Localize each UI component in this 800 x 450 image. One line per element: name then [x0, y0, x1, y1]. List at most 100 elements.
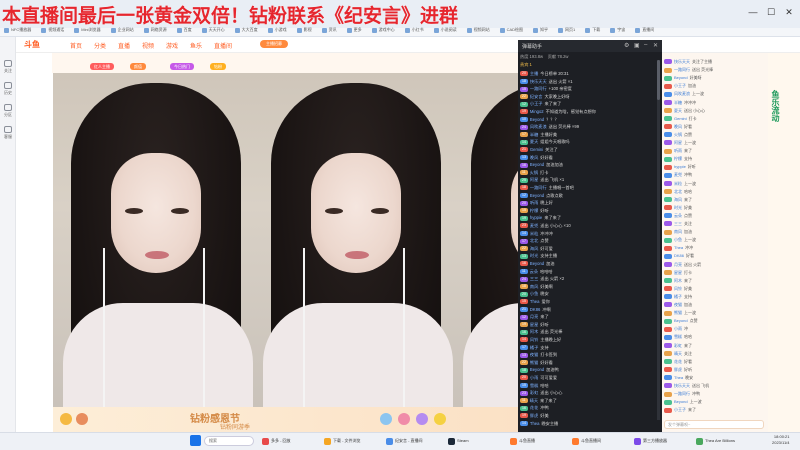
sidebar-item[interactable]: 关注	[0, 60, 16, 74]
room-chat-username[interactable]: 阿星	[674, 140, 682, 145]
chat-username[interactable]: 橘子	[530, 345, 538, 350]
minimize-icon[interactable]: –	[644, 42, 647, 48]
bookmark-item[interactable]: 网页1	[558, 27, 575, 33]
room-chat-username[interactable]: 小鱼	[674, 237, 682, 242]
chat-input[interactable]: 发个弹幕呗~	[664, 420, 764, 429]
promo-title[interactable]: 鱼乐流动	[770, 90, 781, 122]
room-chat-username[interactable]: Beyond	[674, 75, 688, 80]
sidebar-item[interactable]: 分区	[0, 104, 16, 118]
room-chat-username[interactable]: 一路同行	[674, 391, 690, 396]
room-chat-username[interactable]: 夏天	[674, 108, 682, 113]
bookmark-item[interactable]: 企业网站	[110, 27, 134, 33]
bookmark-item[interactable]: CAD绘图	[499, 27, 523, 33]
taskbar-app[interactable]: 纪安言 - 直播间	[386, 436, 423, 446]
gift-icon[interactable]	[76, 413, 88, 425]
room-chat-username[interactable]: Thea	[674, 375, 683, 380]
chat-username[interactable]: 夜猫	[530, 352, 538, 357]
chat-username[interactable]: DK86	[530, 307, 540, 312]
settings-icon[interactable]: ⚙	[624, 42, 629, 49]
chat-username[interactable]: 小雨	[530, 375, 538, 380]
taskbar-app[interactable]: 下载 - 文件浏览	[324, 436, 361, 446]
stream-tag[interactable]: 颜值	[130, 63, 146, 70]
chat-username[interactable]: Thea	[530, 299, 540, 304]
chat-username[interactable]: Beyond	[530, 367, 544, 372]
stream-tag[interactable]: 今日热门	[170, 63, 194, 70]
nav-recruit-button[interactable]: 主播招募	[260, 40, 288, 48]
chat-username[interactable]: 风吹麦浪	[530, 124, 547, 129]
chat-username[interactable]: 雪糕	[530, 383, 538, 388]
pin-icon[interactable]: ▣	[634, 42, 640, 49]
video-player[interactable]	[53, 73, 518, 407]
chat-username[interactable]: hyppie	[530, 215, 542, 220]
chat-username[interactable]: 阿星	[530, 177, 538, 182]
bookmark-item[interactable]: 天天开心	[201, 27, 225, 33]
chat-username[interactable]: 三三	[530, 276, 538, 281]
bookmark-item[interactable]: 视频通话	[41, 27, 64, 33]
chat-username[interactable]: 快乐天天	[530, 79, 547, 84]
maximize-button[interactable]: ☐	[764, 6, 778, 18]
nav-link[interactable]: 直播间	[214, 41, 232, 50]
room-chat-username[interactable]: 花花	[674, 359, 682, 364]
chat-username[interactable]: 时光	[530, 253, 538, 258]
chat-username[interactable]: Beyond	[530, 193, 544, 198]
bookmark-item[interactable]: 小说阅读	[433, 27, 457, 33]
stream-tag[interactable]: 红人主播	[90, 63, 114, 70]
system-clock[interactable]: 18:00:21 2023/11/4	[772, 434, 790, 446]
bookmark-item[interactable]: 大大百度	[234, 27, 258, 33]
bookmark-item[interactable]: NFC播放器	[4, 27, 31, 33]
stream-tag[interactable]: 钻粉	[210, 63, 226, 70]
room-chat-username[interactable]: 火锅	[674, 132, 682, 137]
bookmark-item[interactable]: 百度	[176, 27, 192, 33]
chat-username[interactable]: 火锅	[530, 170, 538, 175]
chat-username[interactable]: Beyond	[530, 117, 544, 122]
minimize-button[interactable]: —	[746, 6, 760, 18]
close-button[interactable]: ✕	[782, 6, 796, 18]
room-chat-username[interactable]: 时光	[674, 205, 682, 210]
chat-username[interactable]: 一路同行	[530, 86, 547, 91]
taskbar-app[interactable]: 斗鱼直播间	[572, 436, 601, 446]
start-icon[interactable]	[190, 435, 201, 446]
chat-username[interactable]: 熊猫	[530, 360, 538, 365]
chat-username[interactable]: 阿木	[530, 329, 538, 334]
bookmark-item[interactable]: 网络资源	[143, 27, 167, 33]
bookmark-item[interactable]: 直播间	[635, 27, 654, 33]
room-chat-username[interactable]: Beyond	[674, 399, 688, 404]
gift-icon[interactable]	[380, 413, 392, 425]
nav-link[interactable]: 视频	[142, 41, 154, 50]
taskbar-app[interactable]: 第三方播放器	[634, 436, 667, 446]
chat-username[interactable]: 半糖	[530, 132, 538, 137]
gift-icon[interactable]	[434, 413, 446, 425]
bookmark-item[interactable]: 更多	[346, 27, 362, 33]
room-chat-username[interactable]: 柠檬	[674, 156, 682, 161]
chat-username[interactable]: 晴天	[530, 398, 538, 403]
bookmark-item[interactable]: 小红书	[404, 27, 424, 33]
room-chat-username[interactable]: Thea	[674, 245, 683, 250]
bookmark-item[interactable]: 下载	[585, 27, 600, 33]
chat-username[interactable]: 麦兜	[530, 223, 538, 228]
nav-link[interactable]: 游戏	[166, 41, 178, 50]
room-chat-username[interactable]: 月亮	[674, 262, 682, 267]
nav-link[interactable]: 鱼乐	[190, 41, 202, 50]
taskbar-app[interactable]: 多多 - 回放	[262, 436, 291, 446]
room-chat-username[interactable]: Beyond	[674, 318, 688, 323]
chat-username[interactable]: 一路同行	[530, 185, 547, 190]
chat-username[interactable]: 听雨	[530, 200, 538, 205]
bookmark-item[interactable]: 资讯	[321, 27, 337, 33]
room-chat-username[interactable]: 听雨	[674, 148, 682, 153]
chat-username[interactable]: Beyond	[530, 162, 544, 167]
room-chat-username[interactable]: 彩虹	[674, 343, 682, 348]
room-chat-username[interactable]: 星星	[674, 270, 682, 275]
bookmark-item[interactable]: 视频网站	[466, 27, 490, 33]
room-chat-username[interactable]: 熊猫	[674, 310, 682, 315]
taskbar-app[interactable]: Steam	[448, 436, 469, 446]
bookmark-item[interactable]: 影视	[296, 27, 312, 33]
sidebar-item[interactable]: 客服	[0, 126, 16, 140]
site-logo[interactable]: 斗鱼	[24, 39, 40, 50]
room-chat-username[interactable]: 快乐天天	[674, 383, 690, 388]
chat-username[interactable]: 胖虎	[530, 413, 538, 418]
room-chat-username[interactable]: 半糖	[674, 100, 682, 105]
chat-username[interactable]: 云朵	[530, 269, 538, 274]
room-chat-username[interactable]: 小王子	[674, 407, 686, 412]
room-chat-username[interactable]: 橘子	[674, 294, 682, 299]
chat-username[interactable]: 星星	[530, 322, 538, 327]
